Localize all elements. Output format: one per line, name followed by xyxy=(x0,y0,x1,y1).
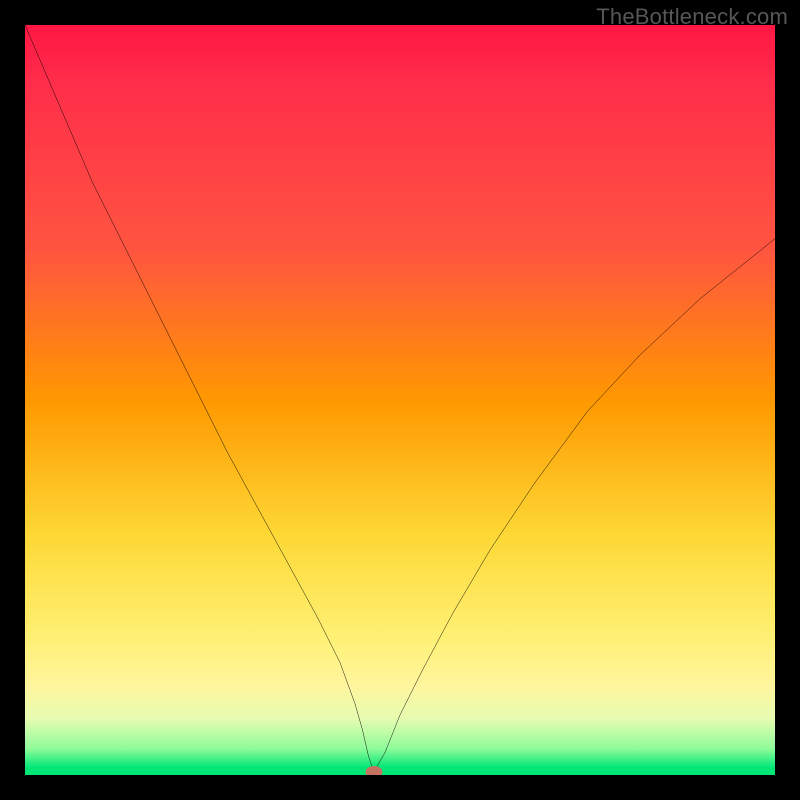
optimal-point-marker xyxy=(365,766,382,775)
bottleneck-curve xyxy=(25,25,775,775)
plot-area xyxy=(25,25,775,775)
chart-frame: TheBottleneck.com xyxy=(0,0,800,800)
watermark-text: TheBottleneck.com xyxy=(596,4,788,30)
